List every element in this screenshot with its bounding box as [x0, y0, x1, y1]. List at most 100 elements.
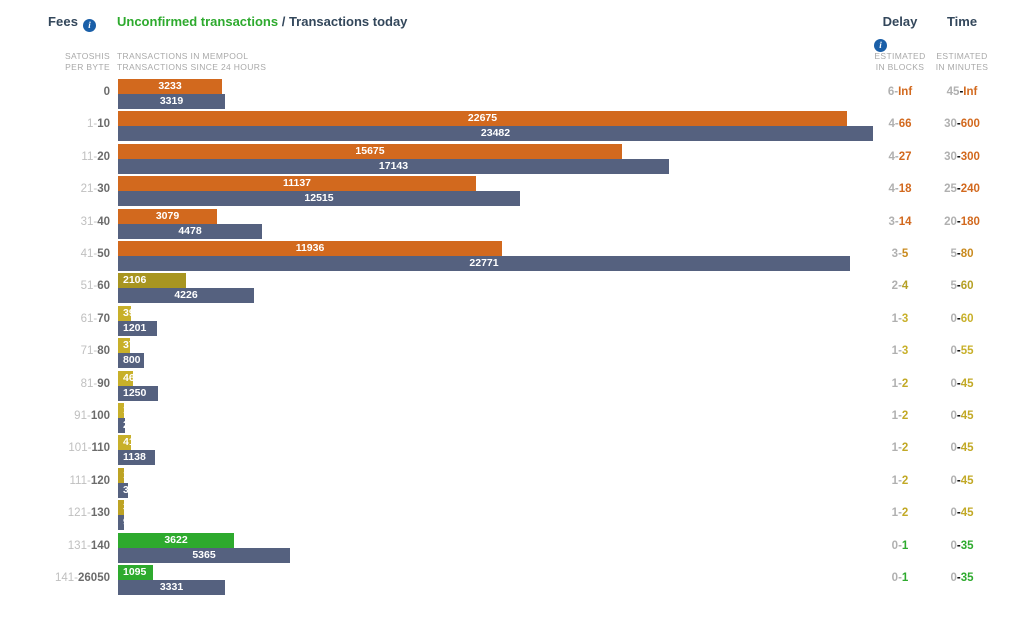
today-bar[interactable]: 229	[118, 418, 141, 433]
delay-value: 0-1	[869, 540, 931, 552]
mempool-bar[interactable]: 373	[118, 338, 141, 354]
mempool-bar[interactable]: 393	[118, 305, 141, 321]
row-bars: 393 1201	[118, 305, 157, 336]
bar-value-label: 3079	[155, 209, 180, 222]
today-bar[interactable]: 1138	[118, 450, 155, 466]
mempool-bar[interactable]: 33	[118, 500, 135, 516]
time-value: 0-45	[931, 410, 993, 422]
delay-hi: 66	[898, 118, 912, 131]
fee-range-lo: 41	[80, 248, 94, 260]
mempool-bar[interactable]: 22675	[118, 111, 847, 127]
mempool-bar[interactable]: 11137	[118, 176, 476, 192]
satoshis-caption-line2: PER BYTE	[65, 62, 110, 72]
delay-hi: 14	[898, 215, 912, 228]
chart-row: 11-20 15675 17143 4-27 30-300	[0, 143, 1024, 175]
today-bar[interactable]: 1250	[118, 385, 158, 401]
time-hi: 45	[960, 474, 974, 487]
bar-value-label: 301	[123, 483, 141, 496]
today-bar[interactable]: 23482	[118, 126, 873, 142]
today-bar[interactable]: 4226	[118, 288, 254, 304]
fee-range-label: 81-90	[20, 378, 110, 390]
today-bar[interactable]: 1201	[118, 320, 157, 336]
legend-unconfirmed: Unconfirmed transactions	[117, 14, 279, 29]
fee-range-label: 11-20	[20, 151, 110, 163]
mempool-bar[interactable]: 116	[118, 467, 140, 483]
today-bar[interactable]: 4478	[118, 223, 262, 239]
mempool-bar[interactable]: 415	[118, 435, 141, 451]
mempool-bar[interactable]: 3079	[118, 208, 217, 224]
mempool-bar[interactable]: 467	[118, 370, 141, 386]
delay-hi: 4	[901, 280, 909, 293]
chart-row: 91-100 107 229 1-2 0-45	[0, 402, 1024, 434]
time-caption: ESTIMATED IN MINUTES	[931, 51, 993, 73]
mempool-bar[interactable]: 11936	[118, 241, 502, 256]
delay-value: 0-1	[869, 572, 931, 584]
mempool-bar[interactable]: 3233	[118, 79, 222, 94]
satoshis-caption: SATOSHIS PER BYTE	[48, 51, 110, 73]
bar-value-label: 4226	[174, 289, 198, 302]
mempool-caption-line1: TRANSACTIONS IN MEMPOOL	[117, 51, 249, 61]
today-bar[interactable]: 5365	[118, 547, 290, 563]
fee-range-lo: 21	[80, 183, 94, 196]
series-legend: Unconfirmed transactions / Transactions …	[117, 14, 407, 29]
mempool-bar[interactable]: 3622	[118, 532, 234, 548]
delay-hi: 18	[898, 183, 912, 196]
today-bar[interactable]: 22771	[118, 256, 850, 271]
mempool-bar[interactable]: 2106	[118, 273, 186, 289]
today-bar[interactable]: 17143	[118, 158, 669, 174]
mempool-bar[interactable]: 1095	[118, 565, 153, 580]
row-bars: 2106 4226	[118, 273, 254, 304]
time-value: 0-35	[931, 540, 993, 552]
today-bar[interactable]: 301	[118, 482, 141, 498]
fee-range-hi: 60	[97, 280, 110, 293]
time-value: 0-45	[931, 507, 993, 519]
fees-chart-page: Fees i Unconfirmed transactions / Transac…	[0, 0, 1024, 632]
fee-range-hi: 26050	[78, 572, 110, 584]
today-bar[interactable]: 12515	[118, 191, 520, 207]
mempool-bar[interactable]: 107	[118, 403, 141, 418]
mempool-bar[interactable]: 15675	[118, 143, 622, 159]
delay-hi: 2	[901, 507, 909, 520]
chart-row: 81-90 467 1250 1-2 0-45	[0, 370, 1024, 402]
time-value: 20-180	[931, 216, 993, 228]
delay-hi: 2	[901, 474, 909, 487]
today-bar[interactable]: 3319	[118, 94, 225, 109]
bar-value-label: 3622	[164, 533, 188, 546]
row-bars: 11936 22771	[118, 241, 850, 271]
row-bars: 15675 17143	[118, 143, 669, 174]
bar-value-label: 3319	[159, 95, 184, 107]
bar-value-label: 373	[123, 339, 141, 352]
today-bar[interactable]: 800	[118, 353, 144, 369]
fee-range-label: 131-140	[20, 540, 110, 552]
delay-value: 3-14	[869, 216, 931, 228]
delay-value: 4-18	[869, 183, 931, 195]
fee-range-label: 101-110	[20, 442, 110, 454]
delay-value: 1-3	[869, 313, 931, 325]
fee-range-label: 41-50	[20, 248, 110, 260]
bar-value-label: 1201	[123, 321, 147, 334]
time-hi: Inf	[963, 86, 978, 98]
chart-row: 41-50 11936 22771 3-5 5-80	[0, 240, 1024, 272]
fees-info-icon[interactable]: i	[83, 19, 97, 32]
delay-value: 2-4	[869, 280, 931, 292]
time-hi: 55	[960, 345, 974, 358]
time-lo: 25	[944, 183, 957, 196]
fee-range-lo: 141	[54, 572, 75, 584]
fee-range-label: 21-30	[20, 183, 110, 195]
today-bar[interactable]: 90	[118, 515, 135, 531]
fee-range-lo: 61	[80, 312, 94, 325]
fee-range-hi: 20	[97, 150, 110, 163]
fee-range-hi: 120	[90, 474, 110, 487]
fee-range-lo: 31	[80, 215, 94, 228]
today-bar[interactable]: 3331	[118, 580, 225, 595]
delay-hi: 3	[901, 312, 909, 325]
row-bars: 3233 3319	[118, 79, 225, 109]
delay-hi: Inf	[898, 86, 913, 98]
bar-value-label: 33	[123, 501, 135, 514]
fee-range-label: 31-40	[20, 216, 110, 228]
time-value: 25-240	[931, 183, 993, 195]
bar-value-label: 15675	[355, 144, 385, 157]
delay-column-header: Delay	[882, 14, 918, 29]
row-bars: 415 1138	[118, 435, 155, 466]
time-value: 0-45	[931, 378, 993, 390]
